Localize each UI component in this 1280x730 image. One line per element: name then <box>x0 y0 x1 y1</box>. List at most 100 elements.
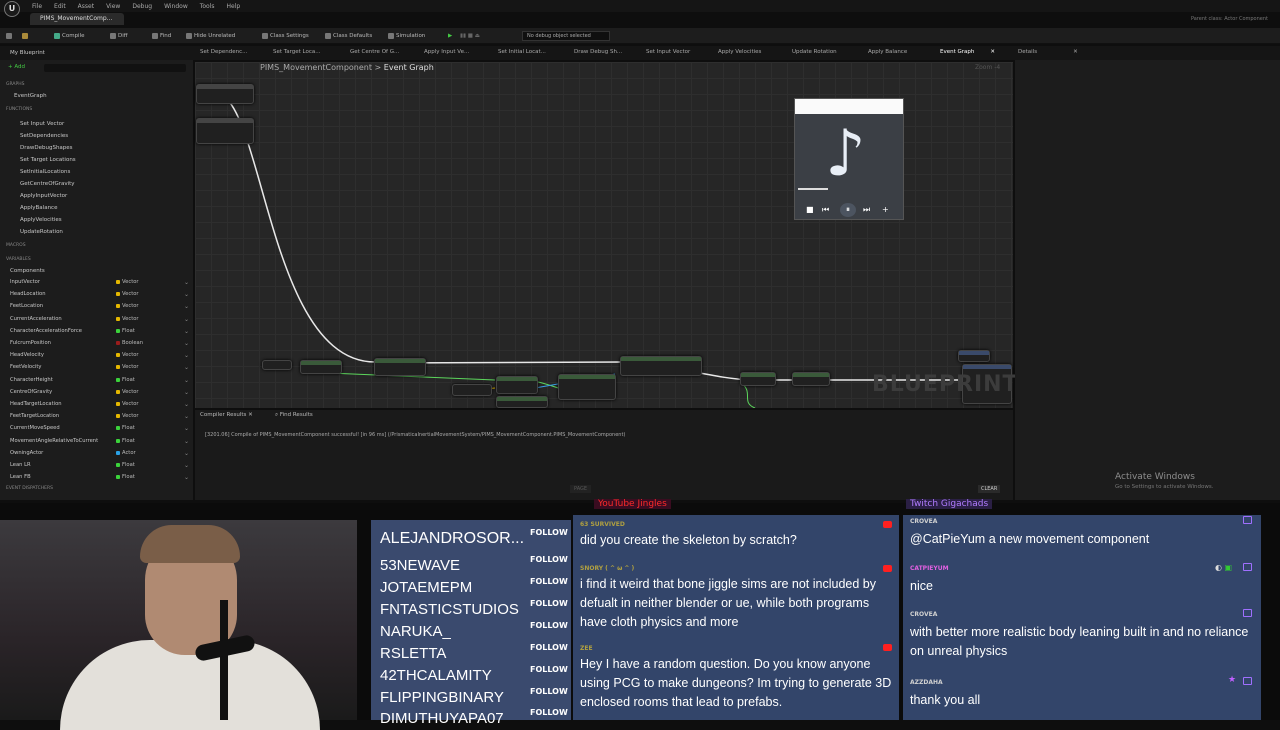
save-icon[interactable] <box>6 31 12 41</box>
step-icon[interactable]: ▮▮ ■ ⏏ <box>460 31 480 41</box>
chevron-down-icon[interactable]: ⌄ <box>184 401 189 408</box>
variable-type[interactable]: Boolean <box>116 340 143 346</box>
variable-item[interactable]: FulcrumPosition <box>10 340 190 346</box>
variable-type[interactable]: Vector <box>116 364 139 370</box>
diff-button[interactable]: Diff <box>110 31 128 41</box>
function-item[interactable]: Set Target Locations <box>20 157 76 163</box>
tab-set-dependencies[interactable]: Set Dependenc... <box>200 49 247 55</box>
graph-node[interactable] <box>792 372 830 386</box>
close-icon[interactable]: ✕ <box>990 49 995 55</box>
menu-file[interactable]: File <box>32 3 42 13</box>
graph-node[interactable] <box>958 350 990 362</box>
chevron-down-icon[interactable]: ⌄ <box>184 474 189 481</box>
graph-node[interactable] <box>196 84 254 104</box>
debug-object-select[interactable]: No debug object selected <box>522 31 610 41</box>
function-item[interactable]: ApplyBalance <box>20 205 57 211</box>
tab-set-target-locations[interactable]: Set Target Loca... <box>273 49 321 55</box>
tab-update-rotation[interactable]: Update Rotation <box>792 49 837 55</box>
simulation-button[interactable]: Simulation <box>388 31 425 41</box>
function-item[interactable]: SetInitialLocations <box>20 169 70 175</box>
tab-apply-balance[interactable]: Apply Balance <box>868 49 907 55</box>
chevron-down-icon[interactable]: ⌄ <box>184 340 189 347</box>
variable-type[interactable]: Vector <box>116 316 139 322</box>
add-button[interactable]: + Add <box>8 64 25 70</box>
variable-item[interactable]: CharacterAccelerationForce <box>10 328 190 334</box>
tab-get-centre-of-gravity[interactable]: Get Centre Of G... <box>350 49 399 55</box>
compile-button[interactable]: Compile <box>54 31 85 41</box>
variable-type[interactable]: Vector <box>116 352 139 358</box>
variable-item[interactable]: CurrentMoveSpeed <box>10 425 190 431</box>
chevron-down-icon[interactable]: ⌄ <box>184 389 189 396</box>
event-graph-item[interactable]: EventGraph <box>14 93 47 99</box>
chevron-down-icon[interactable]: ⌄ <box>184 413 189 420</box>
menu-debug[interactable]: Debug <box>132 3 152 13</box>
graph-node[interactable] <box>496 376 538 394</box>
variable-item[interactable]: FeetTargetLocation <box>10 413 190 419</box>
hide-unrelated-button[interactable]: Hide Unrelated <box>186 31 235 41</box>
close-icon[interactable]: ✕ <box>1073 49 1078 55</box>
tab-details[interactable]: Details ✕ <box>1018 49 1078 55</box>
variable-item[interactable]: HeadLocation <box>10 291 190 297</box>
variable-type[interactable]: Float <box>116 328 135 334</box>
variable-type[interactable]: Float <box>116 425 135 431</box>
variable-item[interactable]: Lean FB <box>10 474 190 480</box>
chevron-down-icon[interactable]: ⌄ <box>184 352 189 359</box>
menu-window[interactable]: Window <box>164 3 188 13</box>
chevron-down-icon[interactable]: ⌄ <box>184 316 189 323</box>
variable-type[interactable]: Float <box>116 438 135 444</box>
variable-item[interactable]: OwningActor <box>10 450 190 456</box>
function-item[interactable]: ApplyInputVector <box>20 193 67 199</box>
tab-event-graph[interactable]: Event Graph ✕ <box>940 49 995 55</box>
variable-item[interactable]: HeadVelocity <box>10 352 190 358</box>
tab-set-initial-locations[interactable]: Set Initial Locat... <box>498 49 546 55</box>
asset-tab[interactable]: PIMS_MovementComp... <box>30 13 124 25</box>
variable-item[interactable]: Lean LR <box>10 462 190 468</box>
chevron-down-icon[interactable]: ⌄ <box>184 328 189 335</box>
menu-asset[interactable]: Asset <box>78 3 94 13</box>
variable-type[interactable]: Vector <box>116 401 139 407</box>
chevron-down-icon[interactable]: ⌄ <box>184 291 189 298</box>
unreal-logo-icon[interactable]: U <box>4 1 20 17</box>
search-input[interactable] <box>44 64 186 72</box>
variable-type[interactable]: Float <box>116 474 135 480</box>
stop-icon[interactable]: ■ <box>806 205 814 214</box>
variable-item[interactable]: CentreOfGravity <box>10 389 190 395</box>
function-item[interactable]: SetDependencies <box>20 133 68 139</box>
graph-node[interactable] <box>620 356 702 376</box>
chevron-down-icon[interactable]: ⌄ <box>184 425 189 432</box>
function-item[interactable]: UpdateRotation <box>20 229 63 235</box>
tab-find-results[interactable]: ⌕ Find Results <box>275 412 313 419</box>
function-item[interactable]: GetCentreOfGravity <box>20 181 75 187</box>
function-item[interactable]: DrawDebugShapes <box>20 145 73 151</box>
graph-node[interactable] <box>558 374 616 400</box>
variable-item[interactable]: HeadTargetLocation <box>10 401 190 407</box>
find-button[interactable]: Find <box>152 31 171 41</box>
menu-edit[interactable]: Edit <box>54 3 66 13</box>
variable-item[interactable]: CharacterHeight <box>10 377 190 383</box>
tab-apply-velocities[interactable]: Apply Velocities <box>718 49 761 55</box>
variable-type[interactable]: Vector <box>116 413 139 419</box>
clear-button[interactable]: CLEAR <box>978 485 1001 493</box>
browse-icon[interactable] <box>22 31 28 41</box>
seek-bar[interactable] <box>798 188 828 190</box>
chevron-down-icon[interactable]: ⌄ <box>184 462 189 469</box>
chevron-down-icon[interactable]: ⌄ <box>184 279 189 286</box>
variable-type[interactable]: Vector <box>116 303 139 309</box>
variable-item[interactable]: MovementAngleRelativeToCurrent <box>10 438 190 444</box>
graph-node[interactable] <box>496 396 548 408</box>
tab-set-input-vector[interactable]: Set Input Vector <box>646 49 690 55</box>
add-icon[interactable]: + <box>882 205 889 214</box>
graph-node[interactable] <box>740 372 776 386</box>
menu-help[interactable]: Help <box>227 3 241 13</box>
previous-icon[interactable]: ⏮ <box>822 205 829 215</box>
graph-node[interactable] <box>196 118 254 144</box>
function-item[interactable]: ApplyVelocities <box>20 217 62 223</box>
class-defaults-button[interactable]: Class Defaults <box>325 31 372 41</box>
variable-item[interactable]: FeetLocation <box>10 303 190 309</box>
tab-draw-debug-shapes[interactable]: Draw Debug Sh... <box>574 49 622 55</box>
page-button[interactable]: PAGE <box>570 485 592 493</box>
class-settings-button[interactable]: Class Settings <box>262 31 309 41</box>
graph-node[interactable] <box>452 384 492 396</box>
variable-item[interactable]: CurrentAcceleration <box>10 316 190 322</box>
tab-compiler-results[interactable]: Compiler Results ✕ <box>200 412 253 418</box>
